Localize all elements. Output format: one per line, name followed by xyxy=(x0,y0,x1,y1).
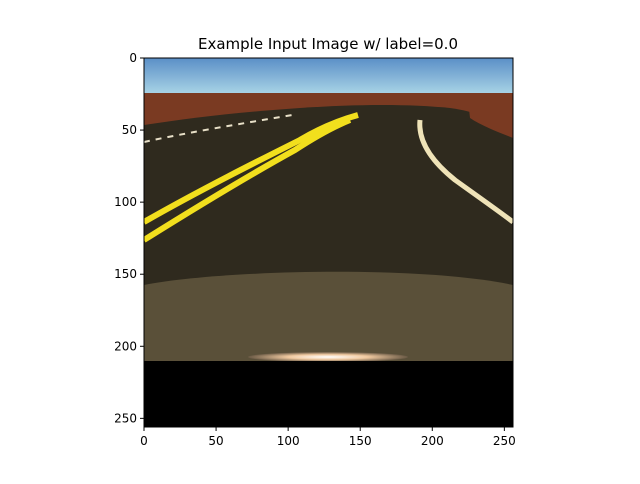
y-tick-label: 0 xyxy=(129,51,137,65)
x-tick-label: 100 xyxy=(277,434,300,448)
sky-region xyxy=(144,58,513,94)
y-tick-label: 50 xyxy=(122,123,137,137)
x-tick-label: 200 xyxy=(421,434,444,448)
y-tick-label: 150 xyxy=(114,267,137,281)
y-tick-label: 100 xyxy=(114,195,137,209)
x-tick-label: 0 xyxy=(140,434,148,448)
y-axis: 0 50 100 150 200 250 xyxy=(114,51,144,425)
bottom-black-region xyxy=(144,361,513,427)
x-tick-label: 150 xyxy=(349,434,372,448)
x-tick-label: 250 xyxy=(493,434,516,448)
y-tick-label: 250 xyxy=(114,411,137,425)
chart-title: Example Input Image w/ label=0.0 xyxy=(198,35,458,53)
road-image xyxy=(144,58,513,427)
figure: Example Input Image w/ label=0.0 0 50 10… xyxy=(0,0,640,480)
y-tick-label: 200 xyxy=(114,339,137,353)
hood-glare xyxy=(248,352,408,362)
x-tick-label: 50 xyxy=(208,434,223,448)
image-plot: Example Input Image w/ label=0.0 0 50 10… xyxy=(114,35,516,448)
x-axis: 0 50 100 150 200 250 xyxy=(140,427,516,448)
car-hood xyxy=(144,271,513,362)
